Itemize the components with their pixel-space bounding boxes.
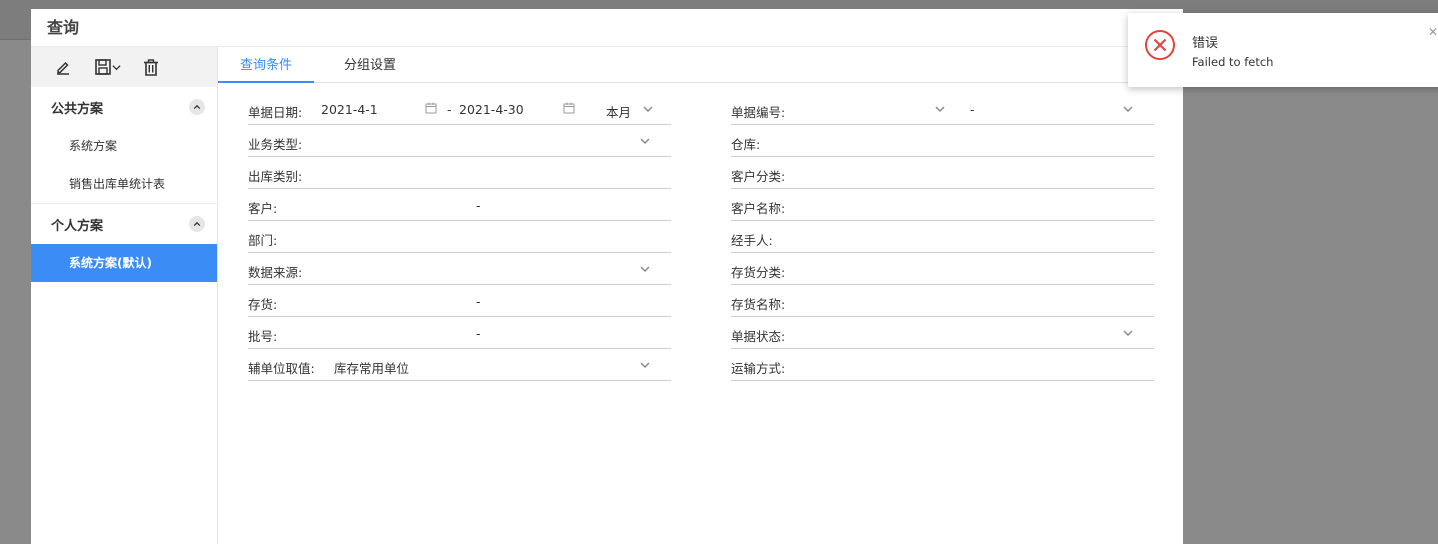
field-shipping-method[interactable]: 运输方式: xyxy=(731,349,1154,381)
tab-bar: 查询条件 分组设置 xyxy=(218,47,1183,83)
field-label: 数据来源: xyxy=(248,265,303,280)
field-label: 存货分类: xyxy=(731,265,786,280)
field-customer-category[interactable]: 客户分类: xyxy=(731,157,1154,189)
field-inventory-category[interactable]: 存货分类: xyxy=(731,253,1154,285)
collapse-button[interactable] xyxy=(189,216,205,232)
field-handler[interactable]: 经手人: xyxy=(731,221,1154,253)
close-icon[interactable]: ✕ xyxy=(1428,25,1438,39)
period-select[interactable]: 本月 xyxy=(606,102,631,121)
chevron-down-icon xyxy=(111,64,121,70)
field-warehouse[interactable]: 仓库: xyxy=(731,125,1154,157)
field-label: 批号: xyxy=(248,329,278,344)
aux-unit-select[interactable]: 库存常用单位 xyxy=(334,358,409,377)
group-header-personal[interactable]: 个人方案 xyxy=(31,204,217,244)
dialog-title: 查询 xyxy=(31,9,1183,47)
main-panel: 查询条件 分组设置 单据日期: 2021-4-1 - 2021-4-30 本月 … xyxy=(218,47,1183,544)
tab-group-settings[interactable]: 分组设置 xyxy=(314,47,426,83)
calendar-icon[interactable] xyxy=(562,101,576,115)
field-label: 单据状态: xyxy=(731,329,786,344)
end-date-input[interactable]: 2021-4-30 xyxy=(459,102,524,117)
error-circle-icon xyxy=(1145,30,1175,60)
chevron-down-icon[interactable] xyxy=(638,262,652,276)
edit-button[interactable] xyxy=(51,55,75,79)
chevron-down-icon[interactable] xyxy=(638,358,652,372)
range-separator: - xyxy=(476,198,481,213)
field-label: 经手人: xyxy=(731,233,773,248)
field-business-type[interactable]: 业务类型: xyxy=(248,125,671,157)
field-label: 业务类型: xyxy=(248,137,303,152)
field-doc-status[interactable]: 单据状态: xyxy=(731,317,1154,349)
field-customer-name[interactable]: 客户名称: xyxy=(731,189,1154,221)
start-date-input[interactable]: 2021-4-1 xyxy=(321,102,378,117)
save-dropdown-button[interactable] xyxy=(91,55,123,79)
chevron-down-icon[interactable] xyxy=(638,134,652,148)
chevron-down-icon[interactable] xyxy=(641,102,655,116)
field-label: 存货名称: xyxy=(731,297,786,312)
error-toast: 错误 Failed to fetch ✕ xyxy=(1128,13,1438,87)
toast-title: 错误 xyxy=(1192,36,1219,51)
field-label: 单据日期: xyxy=(248,105,303,120)
field-label: 客户: xyxy=(248,201,278,216)
range-separator: - xyxy=(476,294,481,309)
sidebar-item-system-scheme[interactable]: 系统方案 xyxy=(31,127,217,165)
field-label: 存货: xyxy=(248,297,278,312)
chevron-up-icon xyxy=(193,104,201,110)
scheme-toolbar xyxy=(31,47,217,87)
range-separator: - xyxy=(970,102,975,117)
field-label: 运输方式: xyxy=(731,361,786,376)
collapse-button[interactable] xyxy=(189,99,205,115)
field-aux-unit[interactable]: 辅单位取值: 库存常用单位 xyxy=(248,349,671,381)
field-inventory[interactable]: 存货: - xyxy=(248,285,671,317)
tab-query-conditions[interactable]: 查询条件 xyxy=(218,47,314,83)
chevron-down-icon[interactable] xyxy=(1121,102,1135,116)
chevron-down-icon[interactable] xyxy=(1121,326,1135,340)
group-label: 个人方案 xyxy=(51,218,104,234)
pencil-icon xyxy=(57,61,69,75)
field-doc-date: 单据日期: 2021-4-1 - 2021-4-30 本月 xyxy=(248,93,671,125)
calendar-icon[interactable] xyxy=(424,101,438,115)
field-department[interactable]: 部门: xyxy=(248,221,671,253)
sidebar-item-sales-outbound-report[interactable]: 销售出库单统计表 xyxy=(31,165,217,203)
field-label: 部门: xyxy=(248,233,278,248)
field-batch-number[interactable]: 批号: - xyxy=(248,317,671,349)
delete-button[interactable] xyxy=(139,55,163,79)
field-customer[interactable]: 客户: - xyxy=(248,189,671,221)
field-label: 单据编号: xyxy=(731,105,786,120)
query-dialog: 查询 公共方案 系统方案 销售出库单统计表 个人方案 系统方案(默认) 查询条件… xyxy=(31,9,1183,544)
floppy-disk-icon xyxy=(94,59,111,75)
date-separator: - xyxy=(447,102,452,117)
range-separator: - xyxy=(476,326,481,341)
group-label: 公共方案 xyxy=(51,101,104,117)
field-label: 客户分类: xyxy=(731,169,786,184)
field-outbound-category[interactable]: 出库类别: xyxy=(248,157,671,189)
field-inventory-name[interactable]: 存货名称: xyxy=(731,285,1154,317)
field-label: 出库类别: xyxy=(248,169,303,184)
trash-icon xyxy=(144,58,158,76)
field-doc-number[interactable]: 单据编号: - xyxy=(731,93,1154,125)
field-label: 客户名称: xyxy=(731,201,786,216)
scheme-sidebar: 公共方案 系统方案 销售出库单统计表 个人方案 系统方案(默认) xyxy=(31,47,218,544)
chevron-up-icon xyxy=(193,221,201,227)
group-header-public[interactable]: 公共方案 xyxy=(31,87,217,127)
chevron-down-icon[interactable] xyxy=(933,102,947,116)
toast-message: Failed to fetch xyxy=(1192,55,1274,69)
field-data-source[interactable]: 数据来源: xyxy=(248,253,671,285)
sidebar-item-system-scheme-default[interactable]: 系统方案(默认) xyxy=(31,244,217,282)
field-label: 仓库: xyxy=(731,137,761,152)
field-label: 辅单位取值: xyxy=(248,361,315,376)
